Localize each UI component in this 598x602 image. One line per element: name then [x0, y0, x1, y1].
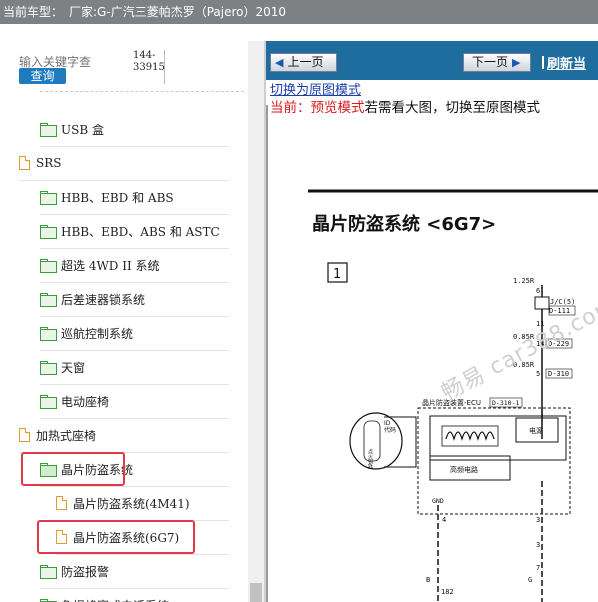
pin-4: 4 [442, 516, 446, 524]
key-id-label: ID [384, 420, 391, 427]
section-number: 1 [333, 267, 341, 282]
folder-icon [40, 259, 57, 273]
tree-node-label: 后差速器锁系统 [61, 292, 146, 307]
folder-icon [40, 395, 57, 409]
tree-node-label: USB 盒 [61, 122, 104, 137]
tree-node[interactable]: USB 盒 [40, 118, 104, 140]
tree-scrollbar-thumb[interactable] [250, 583, 262, 602]
document-icon [56, 496, 67, 510]
tree-scrollbar[interactable] [248, 41, 264, 602]
pin-3-a: 3 [536, 516, 540, 524]
selection-highlight [21, 452, 125, 486]
tree-row-separator [40, 248, 229, 249]
pin-3-b: 3 [536, 541, 540, 549]
key-code-label: 代码 [384, 426, 396, 434]
selection-highlight [37, 520, 195, 554]
ecu-connector: D-310-1 [492, 399, 519, 407]
tree-node[interactable]: HBB、EBD 和 ABS [40, 186, 174, 208]
tree-node-label: 天窗 [61, 360, 86, 375]
tree-row-separator [19, 180, 229, 181]
tree-node[interactable]: 防盗报警 [40, 560, 109, 582]
wire-label-1: 1.25R [513, 277, 535, 285]
key-label: 点火钥匙 [367, 449, 373, 470]
hf-circuit-label: 高频电路 [450, 465, 478, 474]
code-line-2: 33915 [133, 62, 165, 73]
power-label: 电源 [529, 426, 543, 435]
tree-row-separator [40, 350, 229, 351]
junction-box [534, 296, 550, 310]
tree-row-separator [40, 214, 229, 215]
tree-row-separator [40, 588, 229, 589]
tree-node-label: SRS [36, 156, 62, 170]
tree-node[interactable]: 免提蜂窝式电话系统 [40, 594, 169, 602]
tree-row-separator [56, 554, 229, 555]
tree-node[interactable]: HBB、EBD、ABS 和 ASTC [40, 220, 220, 242]
tree-node-label: 巡航控制系统 [61, 326, 134, 341]
tree-row-separator [40, 418, 229, 419]
conn-310: D-310 [548, 370, 569, 378]
folder-icon [40, 225, 57, 239]
tree-node-label: 防盗报警 [61, 564, 110, 579]
tree-row-separator [40, 282, 229, 283]
search-area: 查询 144- 33915 [0, 41, 264, 93]
tree-row-separator [40, 316, 229, 317]
document-icon [19, 156, 30, 170]
tree-node[interactable]: 天窗 [40, 356, 85, 378]
tree-row-separator [40, 146, 229, 147]
tree-node[interactable]: 加热式座椅 [19, 424, 96, 446]
tree-row-separator [40, 486, 229, 487]
current-vehicle-label: 当前车型： [3, 5, 64, 19]
document-viewer-pane: ◀ 上一页 下一页 ▶ 刷新当 切换为原图模式 当前：预览模式若需看大图，切换至… [266, 41, 598, 602]
folder-icon [40, 293, 57, 307]
folder-icon [40, 361, 57, 375]
antenna-coil [445, 431, 495, 442]
search-button[interactable]: 查询 [19, 68, 66, 84]
window-title-bar: 当前车型： 厂家:G-广汽三菱帕杰罗（Pajero）2010 [0, 0, 598, 24]
pin-182: 182 [441, 588, 454, 596]
tree-node-label: 晶片防盗系统(4M41) [73, 496, 190, 511]
tree-node-label: 免提蜂窝式电话系统 [61, 597, 169, 602]
tree-node-label: 加热式座椅 [36, 428, 97, 443]
tree-node-label: HBB、EBD、ABS 和 ASTC [61, 224, 220, 239]
folder-icon [40, 327, 57, 341]
pin-5: 5 [536, 370, 540, 378]
tree-node[interactable]: 巡航控制系统 [40, 322, 133, 344]
search-separator [40, 91, 244, 92]
pin-6: 6 [536, 287, 540, 295]
code-line-1: 144- [133, 50, 156, 61]
folder-icon [40, 191, 57, 205]
tree-node[interactable]: 超选 4WD II 系统 [40, 254, 160, 276]
diagram-title: 晶片防盗系统 <6G7> [312, 213, 496, 235]
folder-icon [40, 565, 57, 579]
tree-node-label: 超选 4WD II 系统 [61, 258, 160, 273]
tree-node[interactable]: SRS [19, 152, 61, 174]
tree-node[interactable]: 后差速器锁系统 [40, 288, 145, 310]
folder-icon [40, 123, 57, 137]
document-icon [19, 428, 30, 442]
current-vehicle-value: 厂家:G-广汽三菱帕杰罗（Pajero）2010 [69, 5, 287, 19]
coil-frame [441, 425, 499, 447]
code-field[interactable]: 144- 33915 [131, 50, 165, 84]
tree-node-label: HBB、EBD 和 ABS [61, 190, 174, 205]
tree-node[interactable]: 晶片防盗系统(4M41) [56, 492, 190, 514]
wire-b-label: B [426, 576, 430, 584]
gnd-label: GND [432, 497, 444, 505]
tree-row-separator [40, 384, 229, 385]
wire-g-label: G [528, 576, 532, 584]
pin-7: 7 [536, 564, 540, 572]
tree-node[interactable]: 电动座椅 [40, 390, 109, 412]
tree-node-label: 电动座椅 [61, 394, 110, 409]
left-navigation-pane: 查询 144- 33915 USB 盒 SRS HBB、EBD 和 ABS HBB、E… [0, 41, 266, 602]
